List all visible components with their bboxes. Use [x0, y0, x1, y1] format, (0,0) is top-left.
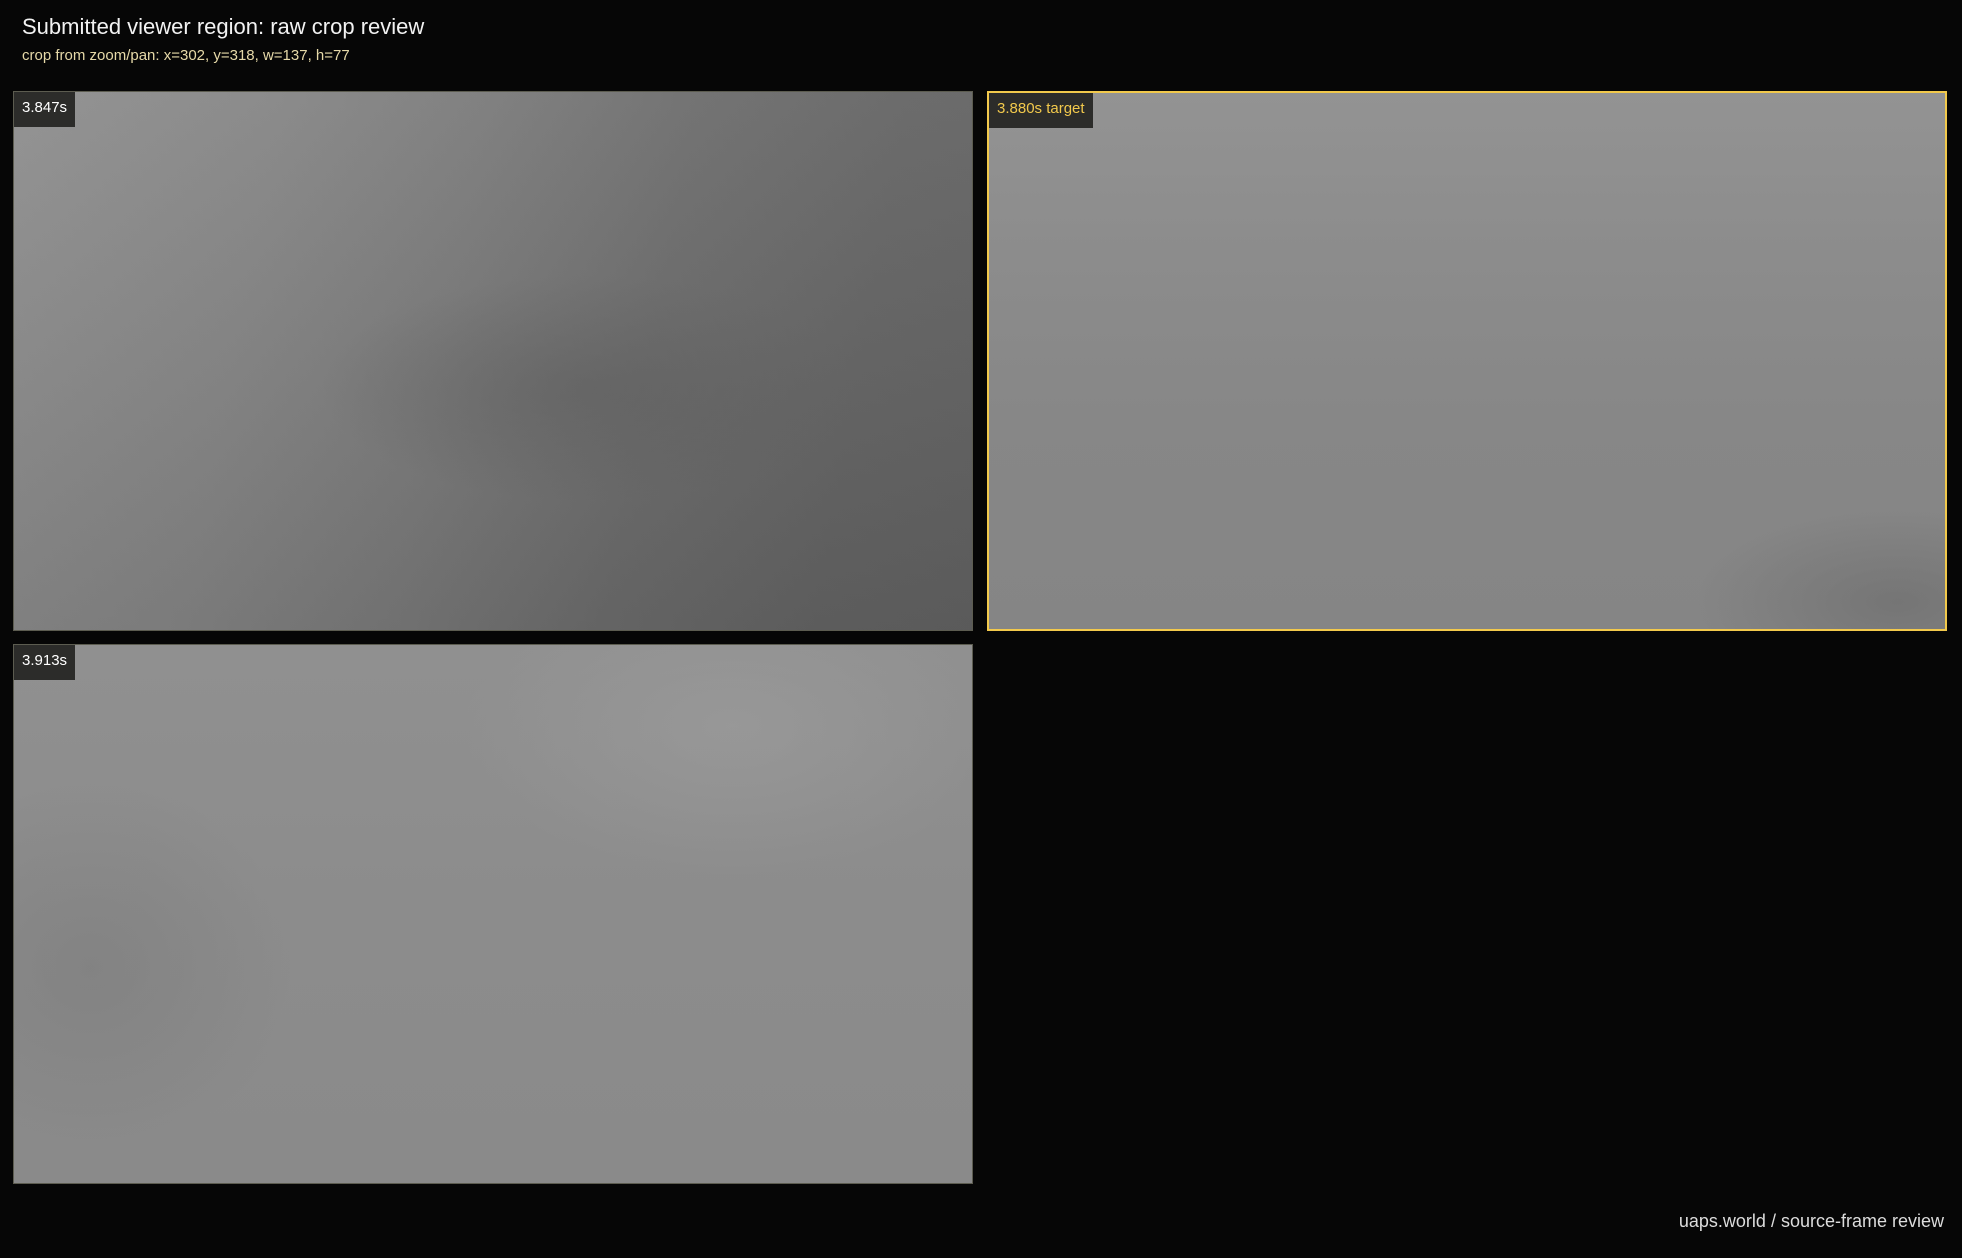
frame-image	[989, 93, 1945, 629]
frame-image	[14, 92, 972, 630]
frame-timestamp-label: 3.847s	[14, 92, 76, 127]
frame-panel-3847[interactable]: 3.847s	[13, 91, 973, 631]
page-title: Submitted viewer region: raw crop review	[22, 14, 425, 39]
frame-image	[14, 645, 972, 1183]
footer-credit: uaps.world / source-frame review	[1678, 1211, 1944, 1231]
page-header: Submitted viewer region: raw crop review…	[22, 14, 424, 65]
frame-panel-3880-target[interactable]: 3.880s target	[987, 91, 1947, 631]
crop-info: crop from zoom/pan: x=302, y=318, w=137,…	[22, 47, 350, 64]
frame-panel-3913[interactable]: 3.913s	[13, 644, 973, 1184]
frame-timestamp-label: 3.913s	[14, 645, 76, 680]
frame-timestamp-label: 3.880s target	[989, 93, 1093, 128]
